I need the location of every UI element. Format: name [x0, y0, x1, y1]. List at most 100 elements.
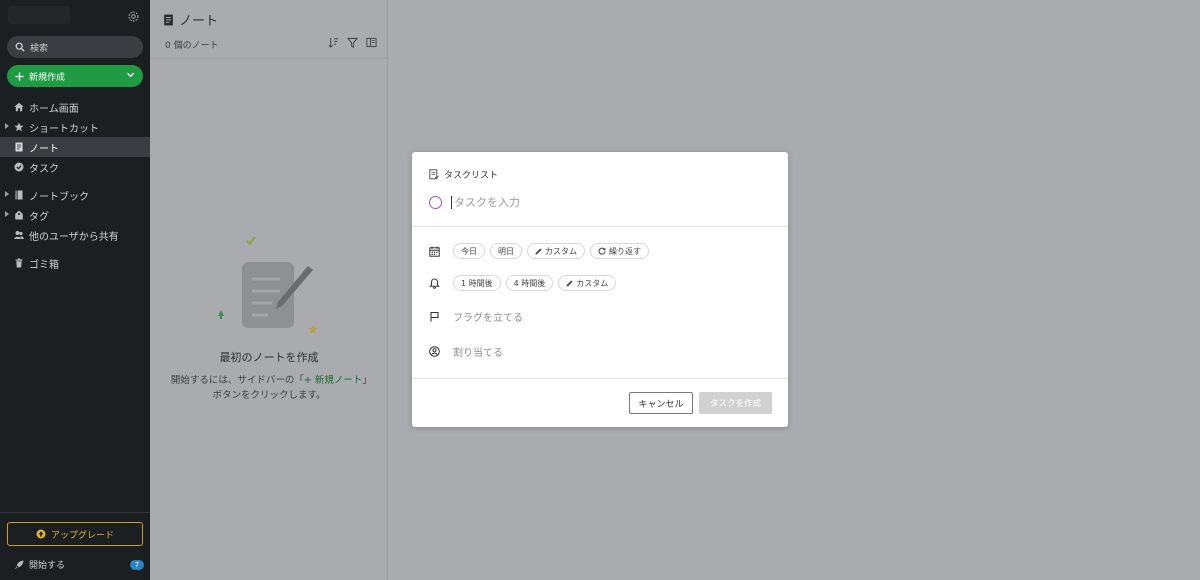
pencil-icon [566, 279, 573, 287]
page-title: ノート [163, 10, 218, 29]
remind-1h-chip[interactable]: 1 時間後 [453, 275, 501, 291]
view-options-icon[interactable] [366, 37, 377, 48]
task-checkbox[interactable] [429, 196, 442, 209]
chip-label: 繰り返す [609, 246, 641, 256]
sidebar-item-tags[interactable]: タグ [0, 205, 150, 225]
sidebar-nav: ホーム画面 ショートカット ノート タスク ノートブック タグ 他のユーザから共… [0, 97, 150, 273]
get-started-label: 開始する [29, 561, 66, 571]
dialog-divider [412, 226, 788, 227]
new-note-link[interactable]: + 新規ノート [304, 375, 362, 386]
check-circle-icon [14, 162, 24, 172]
cancel-button[interactable]: キャンセル [629, 392, 693, 414]
due-date-row: 今日 明日 カスタム 繰り返す [429, 243, 649, 259]
empty-notes-illustration [218, 236, 318, 334]
chip-label: カスタム [576, 278, 609, 288]
chip-label: 4 時間後 [513, 278, 546, 288]
sidebar-item-notebooks[interactable]: ノートブック [0, 185, 150, 205]
sidebar-item-home[interactable]: ホーム画面 [0, 97, 150, 117]
note-list-pane: ノート 0 個のノート 最初のノートを作成 開始するには、サイドバーの「+ 新規… [150, 0, 388, 580]
get-started-badge: 7 [130, 560, 144, 570]
chip-label: カスタム [545, 246, 577, 256]
chevron-down-icon[interactable] [126, 70, 135, 79]
sidebar-item-notes[interactable]: ノート [0, 137, 150, 157]
task-input-row [429, 196, 751, 209]
search-placeholder: 検索 [30, 43, 49, 54]
star-icon [14, 122, 24, 132]
sidebar: 検索 新規作成 ホーム画面 ショートカット ノート タスク ノートブック タグ … [0, 0, 150, 580]
sidebar-header [0, 0, 150, 34]
due-today-chip[interactable]: 今日 [453, 243, 485, 259]
upgrade-button[interactable]: アップグレード [7, 522, 143, 546]
home-icon [14, 102, 24, 112]
calendar-icon [429, 246, 440, 257]
pencil-icon [535, 247, 542, 255]
note-list-toolbar [328, 37, 377, 48]
expand-caret-icon[interactable] [5, 191, 9, 197]
upgrade-label: アップグレード [50, 530, 114, 541]
chip-label: 明日 [498, 246, 514, 256]
flag-label: フラグを立てる [453, 313, 523, 324]
note-count: 0 個のノート [165, 41, 219, 51]
task-input[interactable] [451, 196, 751, 209]
sort-icon[interactable] [328, 37, 339, 48]
empty-desc-text: 開始するには、サイドバーの「 [170, 375, 304, 386]
filter-icon[interactable] [347, 37, 358, 48]
task-list-icon [429, 169, 439, 180]
repeat-chip[interactable]: 繰り返す [590, 243, 649, 259]
sidebar-item-label: タグ [29, 211, 49, 223]
sidebar-item-shortcuts[interactable]: ショートカット [0, 117, 150, 137]
sidebar-item-shared[interactable]: 他のユーザから共有 [0, 225, 150, 245]
trash-icon [15, 258, 23, 268]
chip-label: 1 時間後 [461, 278, 493, 288]
assign-row[interactable]: 割り当てる [429, 344, 503, 359]
reminder-row: 1 時間後 4 時間後 カスタム [429, 275, 617, 291]
note-list-divider [150, 58, 388, 59]
sidebar-item-label: タスク [29, 163, 59, 175]
rocket-icon [14, 560, 24, 569]
assign-user-icon [429, 346, 440, 357]
gear-icon[interactable] [127, 10, 140, 23]
task-list-header: タスクリスト [429, 168, 498, 181]
note-icon [164, 14, 173, 25]
expand-caret-icon[interactable] [5, 211, 9, 217]
note-icon [15, 142, 23, 152]
new-button-label: 新規作成 [29, 72, 66, 83]
sidebar-item-label: ホーム画面 [29, 103, 79, 115]
sidebar-item-tasks[interactable]: タスク [0, 157, 150, 177]
account-switcher[interactable] [8, 6, 70, 24]
sidebar-item-label: ノート [29, 143, 59, 155]
flag-icon [430, 311, 439, 322]
plus-icon [15, 71, 24, 81]
flag-row[interactable]: フラグを立てる [429, 309, 523, 324]
new-button[interactable]: 新規作成 [7, 65, 143, 87]
due-tomorrow-chip[interactable]: 明日 [490, 243, 522, 259]
sidebar-item-label: ゴミ箱 [29, 259, 59, 271]
sidebar-item-label: ショートカット [29, 123, 99, 135]
tag-icon [15, 210, 23, 220]
dialog-divider [412, 378, 788, 379]
sidebar-item-label: 他のユーザから共有 [29, 231, 119, 243]
users-icon [14, 231, 24, 239]
create-task-dialog: タスクリスト 今日 明日 カスタム 繰り返す 1 時間後 4 時間後 カスタム … [412, 152, 788, 427]
repeat-icon [598, 247, 606, 255]
empty-state-description: 開始するには、サイドバーの「+ 新規ノート」ボタンをクリックします。 [170, 373, 368, 403]
chip-label: 今日 [461, 246, 477, 256]
assign-label: 割り当てる [453, 348, 503, 359]
remind-custom-chip[interactable]: カスタム [558, 275, 617, 291]
sidebar-divider [0, 512, 150, 513]
notebook-icon [15, 190, 23, 200]
empty-state-title: 最初のノートを作成 [219, 351, 319, 364]
expand-caret-icon[interactable] [5, 123, 9, 129]
sidebar-item-label: ノートブック [29, 191, 89, 203]
bell-icon [429, 277, 440, 289]
get-started-link[interactable]: 開始する [14, 558, 65, 571]
due-custom-chip[interactable]: カスタム [527, 243, 585, 259]
sidebar-item-trash[interactable]: ゴミ箱 [0, 253, 150, 273]
remind-4h-chip[interactable]: 4 時間後 [505, 275, 554, 291]
upgrade-icon [36, 529, 46, 539]
search-input[interactable]: 検索 [7, 36, 143, 58]
page-title-text: ノート [179, 14, 219, 29]
create-task-button[interactable]: タスクを作成 [699, 392, 772, 414]
